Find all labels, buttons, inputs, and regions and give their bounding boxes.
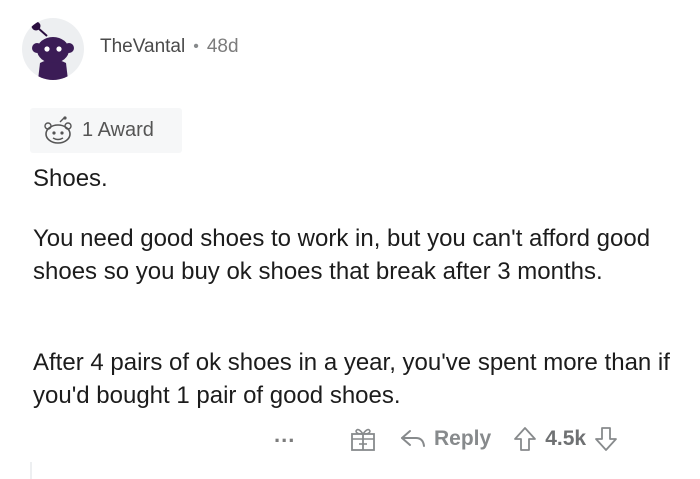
vote-controls: 4.5k	[513, 426, 618, 452]
award-icon	[44, 115, 72, 144]
gift-icon[interactable]	[348, 424, 378, 454]
comment: TheVantal • 48d 1 Award Shoes. You need …	[0, 0, 700, 479]
comment-age[interactable]: 48d	[207, 36, 239, 58]
downvote-arrow-icon[interactable]	[594, 426, 618, 452]
comment-paragraph: You need good shoes to work in, but you …	[33, 225, 651, 285]
comment-paragraph: After 4 pairs of ok shoes in a year, you…	[33, 349, 670, 409]
avatar[interactable]	[22, 18, 84, 80]
comment-meta: TheVantal • 48d	[100, 36, 239, 58]
comment-paragraph: Shoes.	[33, 165, 108, 192]
reply-label: Reply	[434, 427, 492, 450]
meta-separator: •	[193, 38, 199, 55]
snoo-avatar-icon	[31, 21, 74, 80]
vote-score: 4.5k	[545, 427, 587, 450]
username-link[interactable]: TheVantal	[100, 36, 185, 58]
reply-arrow-icon	[401, 430, 425, 447]
more-options-button[interactable]: ...	[274, 422, 314, 448]
thread-line[interactable]	[30, 462, 32, 479]
upvote-arrow-icon[interactable]	[513, 426, 537, 452]
award-label: 1 Award	[82, 119, 154, 141]
award-badge[interactable]: 1 Award	[30, 108, 182, 153]
reply-button[interactable]: Reply	[400, 427, 491, 451]
comment-actions: ... Reply 4.5k	[274, 420, 618, 458]
comment-header: TheVantal • 48d	[22, 14, 239, 84]
